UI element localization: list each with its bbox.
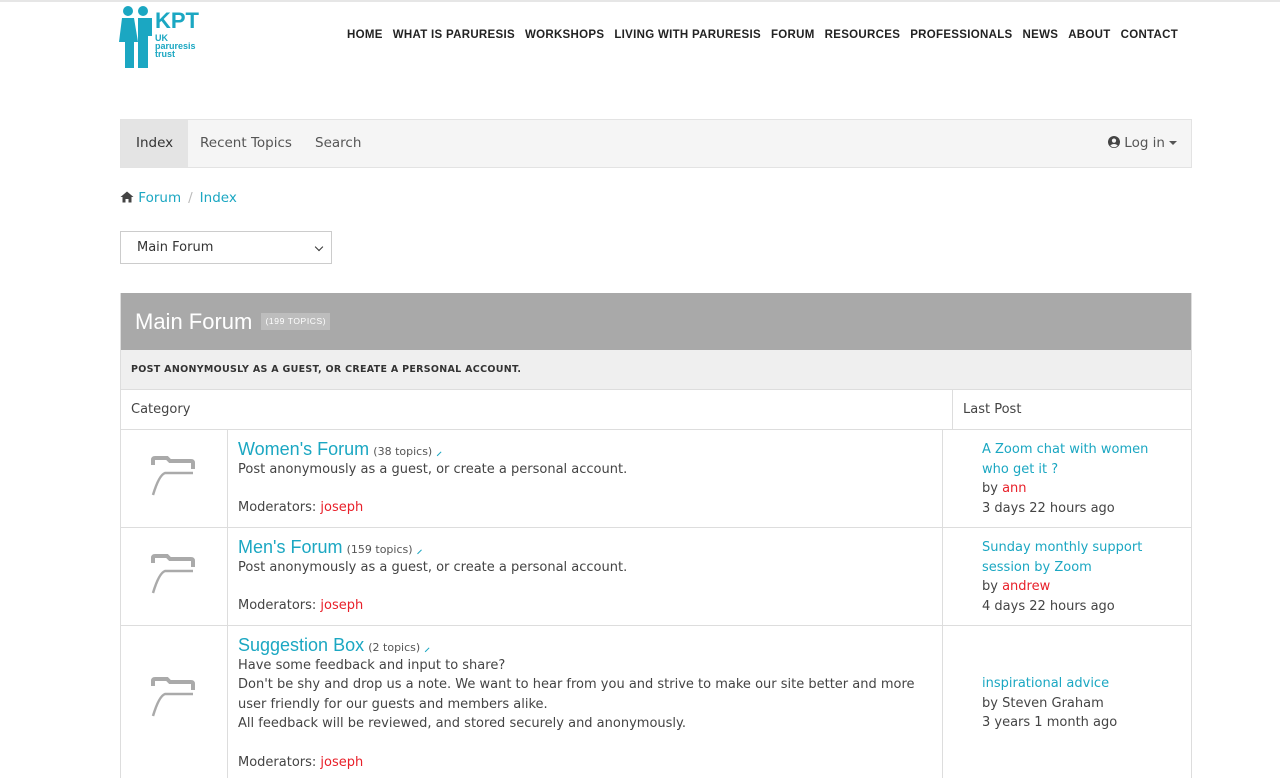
chevron-down-icon [314,242,324,252]
last-post-author[interactable]: ann [1002,481,1026,496]
login-dropdown[interactable]: Log in [1107,120,1177,167]
panel-header: Main Forum (199 TOPICS) [121,293,1191,350]
forum-select-value: Main Forum [137,240,214,255]
forum-row-suggestion-box: Suggestion Box (2 topics) ⸝ Have some fe… [121,626,1191,778]
site-logo[interactable]: KPT UK paruresis trust [119,4,214,70]
forum-row-womens: Women's Forum (38 topics) ⸝ Post anonymo… [121,430,1191,528]
last-post: inspirational advice by Steven Graham 3 … [982,674,1162,733]
user-circle-icon [1107,136,1120,148]
breadcrumb-separator: / [188,190,193,206]
nav-contact[interactable]: CONTACT [1121,29,1178,41]
nav-what-is-paruresis[interactable]: WHAT IS PARURESIS [393,29,515,41]
tab-index[interactable]: Index [121,120,189,167]
last-post-author: Steven Graham [1002,695,1104,711]
last-post-time: 4 days 22 hours ago [982,598,1115,614]
nav-resources[interactable]: RESOURCES [825,29,901,41]
last-post-time: 3 days 22 hours ago [982,500,1115,516]
forum-icon-cell [121,430,228,527]
rss-icon[interactable]: ⸝ [417,543,423,556]
last-post-cell: A Zoom chat with women who get it ? by a… [942,430,1192,527]
logo-subtitle: UK paruresis trust [155,33,196,59]
forum-topic-count: (38 topics) [373,445,433,458]
forum-description-line: Have some feedback and input to share? [238,657,506,673]
panel-title[interactable]: Main Forum [135,309,252,334]
tab-recent-topics[interactable]: Recent Topics [185,120,307,167]
last-post-author[interactable]: andrew [1002,579,1050,594]
moderator-link[interactable]: joseph [320,598,363,613]
rss-icon[interactable]: ⸝ [424,641,430,654]
moderator-link[interactable]: joseph [320,755,363,770]
last-post-cell: Sunday monthly support session by Zoom b… [942,528,1192,625]
nav-professionals[interactable]: PROFESSIONALS [910,29,1012,41]
forum-description: Post anonymously as a guest, or create a… [238,559,628,575]
forum-description-line: Don't be shy and drop us a note. We want… [238,677,915,712]
forum-description: Post anonymously as a guest, or create a… [238,461,628,477]
forum-topic-count: (159 topics) [346,543,413,556]
last-post-title[interactable]: Sunday monthly support session by Zoom [982,538,1162,577]
caret-down-icon [1169,141,1177,145]
folder-icon[interactable] [151,553,195,597]
moderator-link[interactable]: joseph [320,500,363,515]
nav-home[interactable]: HOME [347,29,383,41]
forum-icon-cell [121,528,228,625]
logo-kpt: KPT [155,8,199,33]
nav-forum[interactable]: FORUM [771,29,815,41]
breadcrumb: Forum / Index [120,190,237,206]
top-border [0,0,1280,2]
forum-moderators: Moderators: joseph [238,598,364,613]
last-post: A Zoom chat with women who get it ? by a… [982,440,1162,518]
column-last-post: Last Post [952,390,1021,430]
forum-select[interactable]: Main Forum [120,231,332,264]
nav-living-with-paruresis[interactable]: LIVING WITH PARURESIS [614,29,761,41]
topics-badge: (199 TOPICS) [261,312,331,330]
home-icon [120,191,134,203]
panel-subheading: POST ANONYMOUSLY AS A GUEST, OR CREATE A… [121,350,1191,390]
breadcrumb-index[interactable]: Index [200,190,237,206]
forum-title[interactable]: Suggestion Box [238,635,364,655]
last-post: Sunday monthly support session by Zoom b… [982,538,1162,616]
column-category: Category [131,402,191,417]
last-post-title[interactable]: A Zoom chat with women who get it ? [982,440,1162,479]
login-label: Log in [1124,135,1165,151]
forum-icon-cell [121,626,228,778]
forum-moderators: Moderators: joseph [238,500,364,515]
last-post-cell: inspirational advice by Steven Graham 3 … [942,626,1192,778]
forum-info: Women's Forum (38 topics) ⸝ Post anonymo… [238,439,938,518]
forum-topic-count: (2 topics) [368,641,421,654]
logo-figures-icon [119,6,152,68]
breadcrumb-forum[interactable]: Forum [138,190,181,206]
forum-panel: Main Forum (199 TOPICS) POST ANONYMOUSLY… [120,293,1192,778]
last-post-time: 3 years 1 month ago [982,715,1118,730]
forum-row-mens: Men's Forum (159 topics) ⸝ Post anonymou… [121,528,1191,626]
forum-title[interactable]: Women's Forum [238,439,369,459]
forum-info: Men's Forum (159 topics) ⸝ Post anonymou… [238,537,938,616]
forum-title[interactable]: Men's Forum [238,537,342,557]
forum-moderators: Moderators: joseph [238,754,364,770]
rss-icon[interactable]: ⸝ [436,445,442,458]
nav-workshops[interactable]: WORKSHOPS [525,29,604,41]
column-header-row: Category Last Post [121,390,1191,430]
folder-icon[interactable] [151,676,195,720]
last-post-title[interactable]: inspirational advice [982,674,1162,694]
forum-info: Suggestion Box (2 topics) ⸝ Have some fe… [238,635,938,772]
nav-about[interactable]: ABOUT [1068,29,1110,41]
main-nav: HOME WHAT IS PARURESIS WORKSHOPS LIVING … [347,29,1178,41]
forum-description-line: All feedback will be reviewed, and store… [238,716,686,731]
folder-icon[interactable] [151,455,195,499]
nav-news[interactable]: NEWS [1023,29,1059,41]
tab-search[interactable]: Search [300,120,376,167]
forum-navbar: Index Recent Topics Search Log in [120,119,1192,168]
